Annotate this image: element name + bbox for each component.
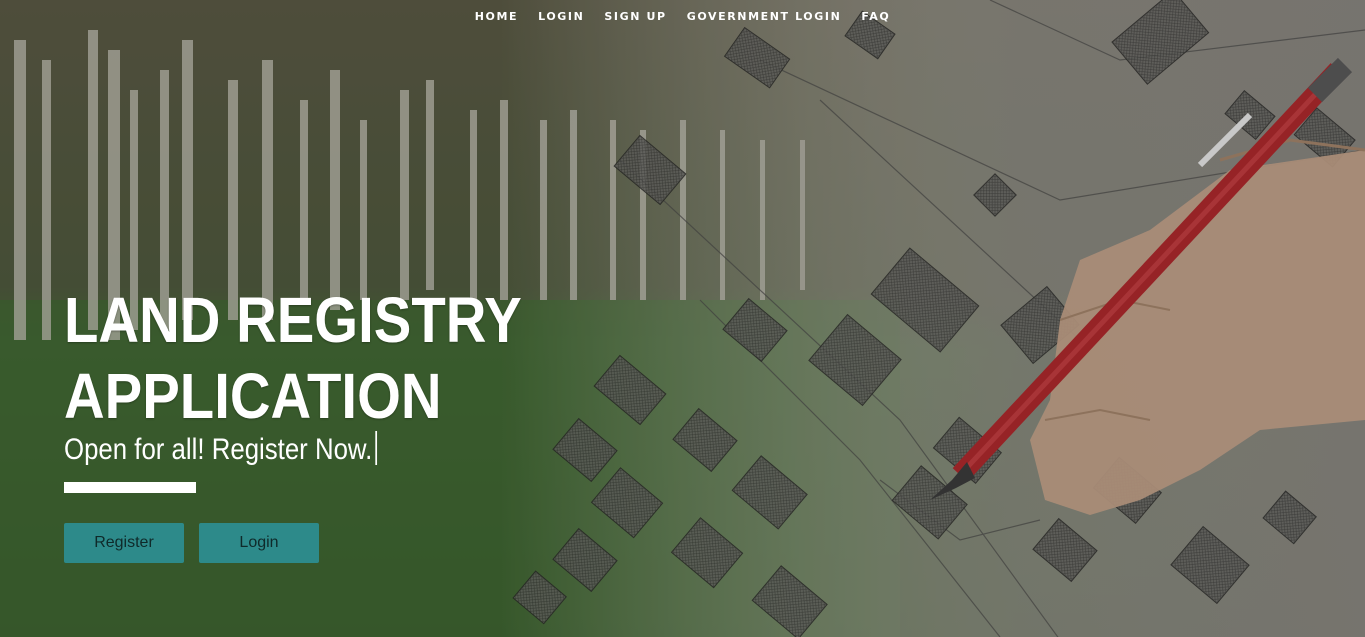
title-underline (64, 482, 196, 493)
subtitle-text: Open for all! Register Now. (64, 433, 373, 466)
login-button[interactable]: Login (199, 523, 319, 563)
page-title-line-2: APPLICATION (64, 360, 442, 432)
register-button[interactable]: Register (64, 523, 184, 563)
typing-cursor (374, 431, 377, 465)
subtitle: Open for all! Register Now. (64, 430, 377, 470)
nav-item-government-login[interactable]: GOVERNMENT LOGIN (677, 10, 852, 24)
page-title-line-1: LAND REGISTRY (64, 284, 522, 356)
nav-item-login[interactable]: LOGIN (528, 10, 594, 24)
nav-item-sign-up[interactable]: SIGN UP (594, 10, 676, 24)
hero-section: HOME LOGIN SIGN UP GOVERNMENT LOGIN FAQ … (0, 0, 1365, 637)
nav-item-home[interactable]: HOME (465, 10, 528, 24)
page-title: LAND REGISTRY APPLICATION (64, 282, 522, 434)
nav-item-faq[interactable]: FAQ (851, 10, 900, 24)
top-nav: HOME LOGIN SIGN UP GOVERNMENT LOGIN FAQ (0, 10, 1365, 24)
